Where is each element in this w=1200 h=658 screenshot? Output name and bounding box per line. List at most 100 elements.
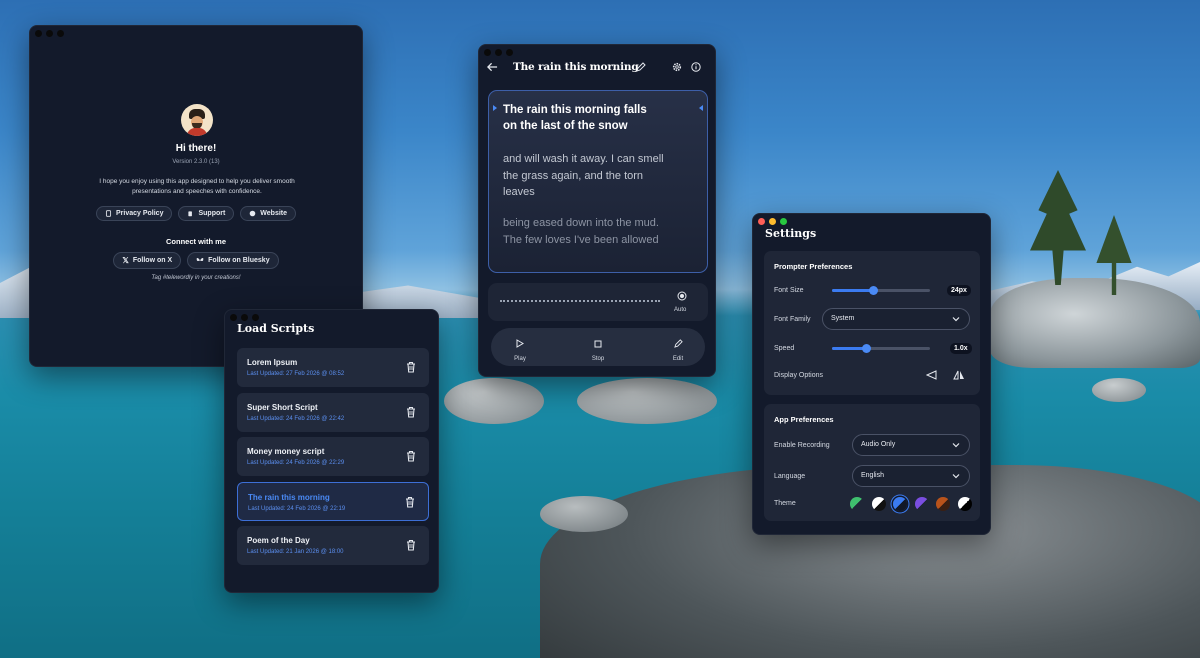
rock-island: [990, 278, 1200, 368]
theme-swatch[interactable]: [871, 497, 886, 511]
avatar: [181, 104, 213, 136]
play-icon: [516, 339, 524, 348]
script-item[interactable]: The rain this morning Last Updated: 24 Fe…: [237, 481, 429, 521]
theme-swatch[interactable]: [893, 497, 907, 511]
privacy-policy-button[interactable]: Privacy Policy: [95, 206, 173, 221]
about-description: I hope you enjoy using this app designed…: [99, 178, 295, 195]
script-name: Lorem Ipsum: [247, 358, 298, 367]
follow-bluesky-button[interactable]: Follow on Bluesky: [187, 252, 279, 269]
support-button[interactable]: Support: [178, 206, 235, 221]
left-marker-icon: [493, 105, 497, 111]
section-title: App Preferences: [774, 415, 834, 424]
trash-icon[interactable]: [405, 538, 417, 552]
font-size-label: Font Size: [774, 287, 804, 294]
recording-label: Enable Recording: [774, 442, 830, 449]
font-family-select[interactable]: System: [822, 308, 970, 330]
chevron-down-icon: [952, 441, 960, 449]
script-updated: Last Updated: 21 Jan 2026 @ 18:00: [247, 549, 344, 555]
script-updated: Last Updated: 24 Feb 2026 @ 22:29: [247, 460, 345, 466]
window-controls[interactable]: [35, 30, 64, 37]
trash-icon[interactable]: [404, 495, 416, 509]
font-size-slider[interactable]: [832, 286, 930, 295]
active-line: The rain this morning falls: [503, 104, 647, 116]
script-line: being eased down into the mud.: [503, 217, 659, 229]
window-controls[interactable]: [758, 218, 787, 225]
play-button[interactable]: Play: [505, 335, 535, 362]
rock-4: [1092, 378, 1146, 402]
script-name: Money money script: [247, 447, 325, 456]
mug-icon: [187, 210, 194, 217]
script-item[interactable]: Super Short Script Last Updated: 24 Feb 2…: [237, 392, 429, 432]
script-title: The rain this morning: [513, 61, 639, 73]
gear-icon[interactable]: [672, 62, 682, 72]
info-icon[interactable]: [691, 62, 701, 72]
speed-value: 1.0x: [950, 343, 972, 354]
settings-title: Settings: [765, 227, 817, 240]
active-line: on the last of the snow: [503, 120, 628, 132]
globe-icon: [249, 210, 256, 217]
theme-swatch[interactable]: [957, 497, 972, 511]
scroll-track[interactable]: [500, 300, 660, 302]
slider-thumb[interactable]: [861, 344, 871, 353]
back-arrow-icon[interactable]: [487, 62, 498, 72]
trash-icon[interactable]: [405, 449, 417, 463]
rock-1: [444, 378, 544, 424]
script-updated: Last Updated: 24 Feb 2026 @ 22:19: [248, 505, 346, 512]
script-item[interactable]: Lorem Ipsum Last Updated: 27 Feb 2026 @ 0…: [237, 348, 429, 387]
speed-slider[interactable]: [832, 344, 930, 353]
theme-swatch[interactable]: [850, 497, 864, 511]
window-controls[interactable]: [484, 49, 513, 56]
about-title: Hi there!: [175, 143, 217, 154]
flip-icon[interactable]: [953, 370, 965, 380]
progress-bar-area: Auto: [488, 283, 708, 321]
rock-2: [577, 378, 717, 424]
pencil-icon[interactable]: [636, 62, 646, 72]
display-options-label: Display Options: [774, 372, 824, 379]
about-links: Privacy Policy Support Website: [30, 206, 362, 221]
load-scripts-window: Load Scripts Lorem Ipsum Last Updated: 27…: [224, 309, 439, 593]
language-label: Language: [774, 473, 806, 480]
version-label: Version 2.3.0 (13): [172, 159, 220, 165]
script-item[interactable]: Money money script Last Updated: 24 Feb 2…: [237, 437, 429, 476]
script-name: Poem of the Day: [247, 536, 310, 545]
prompter-window: The rain this morning The rain this morn…: [478, 44, 716, 377]
x-logo-icon: 𝕏: [122, 256, 129, 265]
settings-window: Settings Prompter Preferences Font Size …: [752, 213, 991, 535]
edit-button[interactable]: Edit: [663, 335, 693, 362]
recording-select[interactable]: Audio Only: [852, 434, 970, 456]
follow-x-button[interactable]: 𝕏 Follow on X: [113, 252, 182, 269]
pencil-icon: [673, 339, 683, 348]
language-select[interactable]: English: [852, 465, 970, 487]
trash-icon[interactable]: [405, 405, 417, 419]
section-title: Prompter Preferences: [774, 262, 853, 271]
script-line: leaves: [503, 186, 535, 198]
theme-swatch[interactable]: [936, 497, 950, 511]
theme-swatch[interactable]: [914, 497, 929, 511]
font-family-label: Font Family: [774, 316, 811, 323]
window-controls[interactable]: [230, 314, 259, 321]
script-line: and will wash it away. I can smell: [503, 153, 664, 165]
script-updated: Last Updated: 24 Feb 2026 @ 22:42: [247, 415, 345, 422]
auto-scroll-icon[interactable]: [677, 291, 687, 301]
mirror-horizontal-icon[interactable]: [926, 370, 937, 380]
script-name: Super Short Script: [247, 402, 318, 412]
prompter-text-area[interactable]: The rain this morning falls on the last …: [488, 90, 708, 273]
chevron-down-icon: [952, 472, 960, 480]
stop-button[interactable]: Stop: [583, 335, 613, 362]
document-icon: [105, 210, 112, 217]
load-scripts-title: Load Scripts: [237, 322, 315, 335]
chevron-down-icon: [952, 315, 960, 323]
connect-label: Connect with me: [165, 237, 226, 246]
script-item[interactable]: Poem of the Day Last Updated: 21 Jan 2026…: [237, 526, 429, 565]
stop-icon: [594, 340, 602, 348]
font-size-value: 24px: [947, 285, 971, 296]
trash-icon[interactable]: [405, 360, 417, 374]
slider-thumb[interactable]: [868, 286, 878, 295]
butterfly-icon: [196, 257, 204, 264]
script-name: The rain this morning: [248, 492, 330, 502]
social-links: 𝕏 Follow on X Follow on Bluesky: [30, 252, 362, 269]
script-line: the grass again, and the torn: [503, 169, 644, 182]
prompter-preferences-panel: Prompter Preferences Font Size 24px Font…: [764, 251, 980, 395]
website-button[interactable]: Website: [240, 206, 297, 221]
theme-label: Theme: [774, 500, 796, 507]
